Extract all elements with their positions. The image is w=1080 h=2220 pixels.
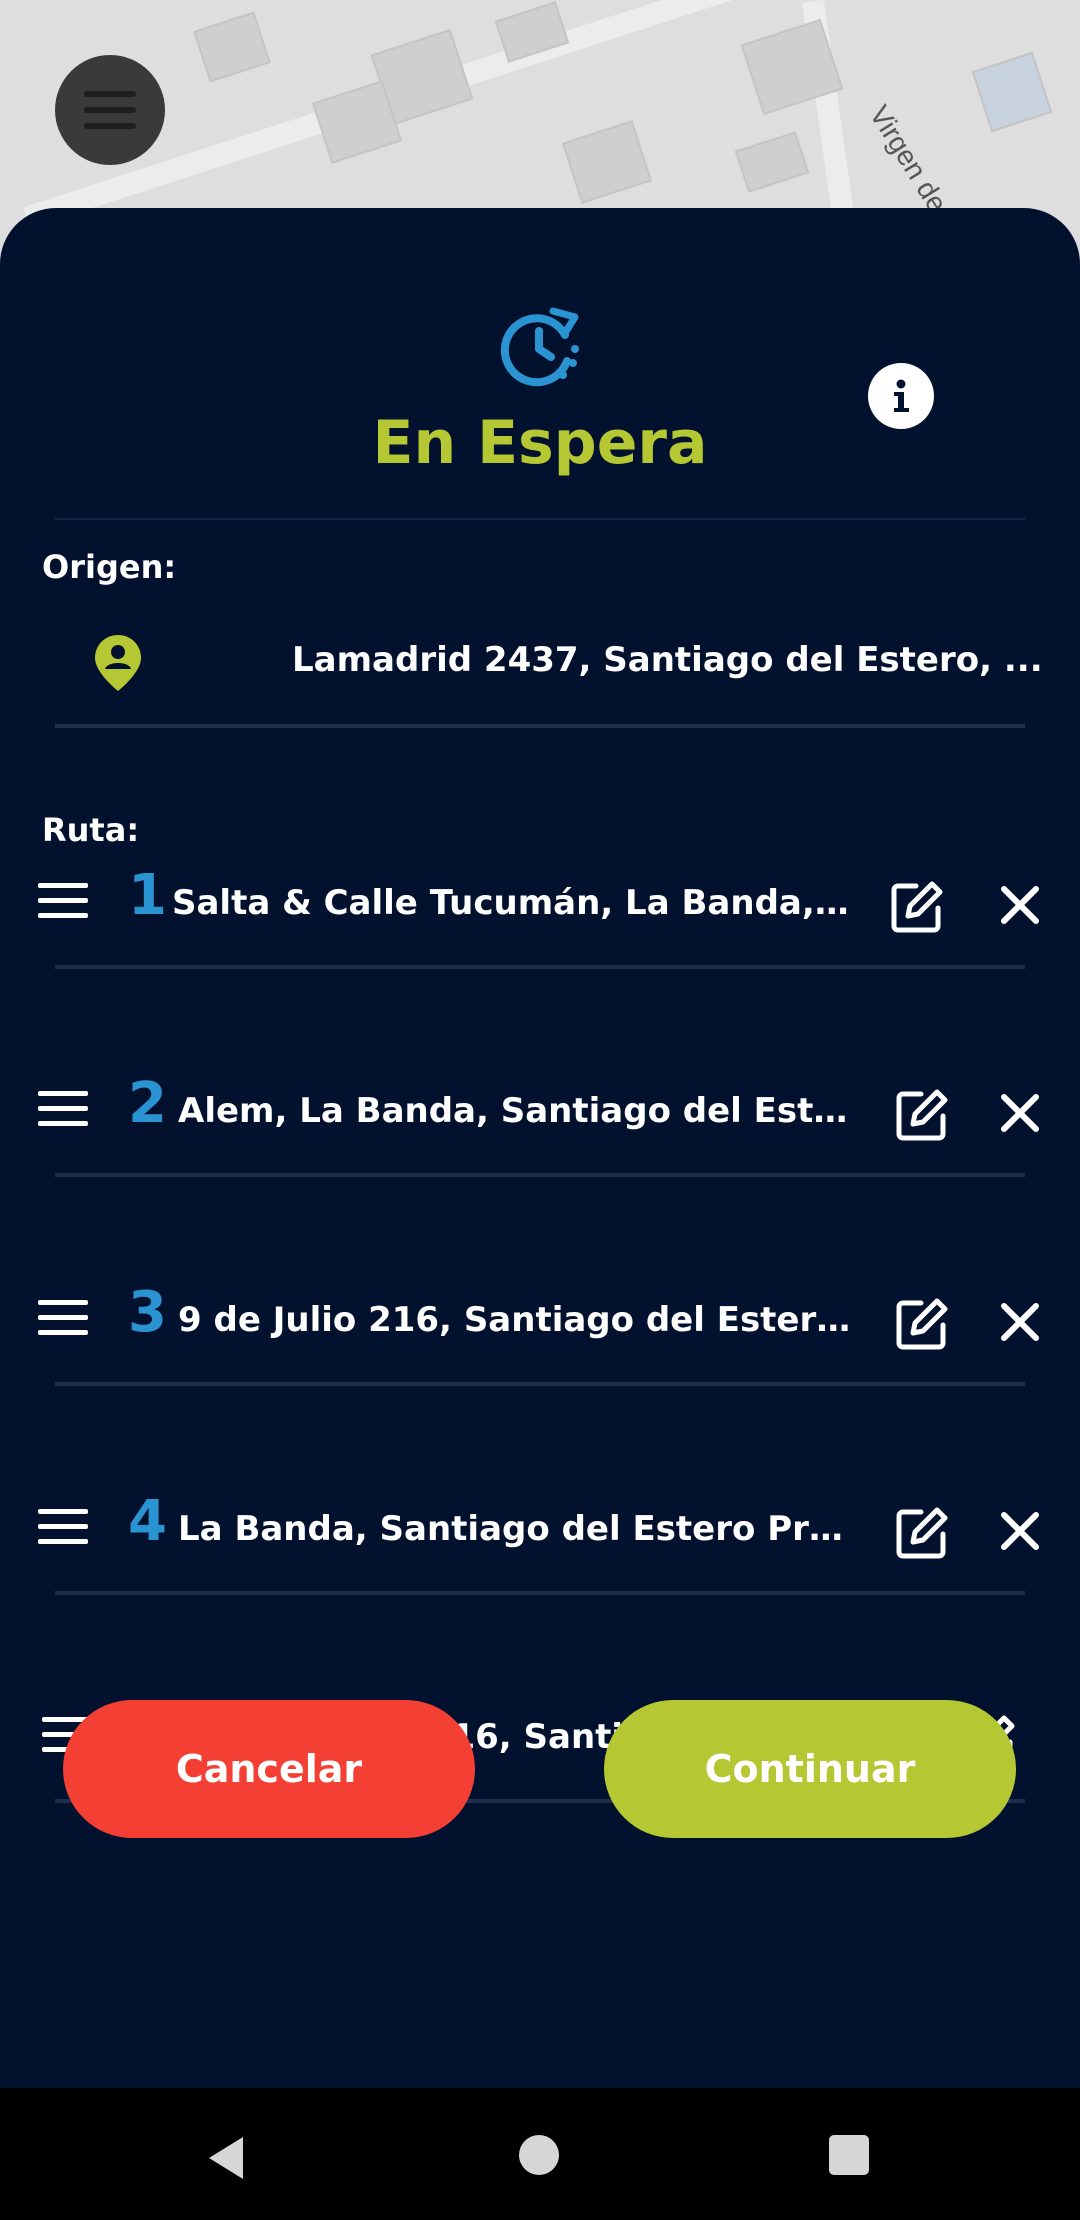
info-button[interactable] (868, 363, 934, 429)
stop-number: 4 (128, 1489, 167, 1554)
home-icon[interactable] (519, 2135, 559, 2175)
stop-number: 3 (128, 1280, 167, 1345)
stop-address[interactable]: Salta & Calle Tucumán, La Banda, ... (172, 883, 852, 923)
system-nav-bar (0, 2088, 1080, 2220)
map-building (193, 11, 271, 83)
close-icon[interactable] (998, 1300, 1042, 1344)
menu-button[interactable] (55, 55, 165, 165)
route-stop[interactable]: 1 Salta & Calle Tucumán, La Banda, ... (0, 843, 1080, 963)
divider (55, 1591, 1025, 1595)
info-icon (894, 379, 909, 412)
divider (55, 965, 1025, 969)
stop-number: 2 (128, 1071, 167, 1136)
close-icon[interactable] (998, 1509, 1042, 1553)
route-stop[interactable]: 3 9 de Julio 216, Santiago del Estero, .… (0, 1260, 1080, 1380)
origin-address[interactable]: Lamadrid 2437, Santiago del Estero, ... (292, 640, 1043, 680)
edit-icon[interactable] (893, 1086, 951, 1144)
divider (55, 1173, 1025, 1177)
drag-handle-icon[interactable] (38, 883, 88, 923)
stop-address[interactable]: Alem, La Banda, Santiago del Estero ... (178, 1091, 858, 1131)
drag-handle-icon[interactable] (38, 1300, 88, 1340)
edit-icon[interactable] (888, 878, 946, 936)
map-street-label: Virgen de (863, 100, 954, 218)
route-stop[interactable]: 2 Alem, La Banda, Santiago del Estero ..… (0, 1051, 1080, 1171)
continue-button[interactable]: Continuar (604, 1700, 1016, 1838)
cancel-button[interactable]: Cancelar (63, 1700, 475, 1838)
edit-icon[interactable] (893, 1504, 951, 1562)
drag-handle-icon[interactable] (38, 1091, 88, 1131)
close-icon[interactable] (998, 883, 1042, 927)
divider (55, 1382, 1025, 1386)
close-icon[interactable] (998, 1091, 1042, 1135)
drag-handle-icon[interactable] (38, 1509, 88, 1549)
edit-icon[interactable] (893, 1295, 951, 1353)
clock-refresh-icon (500, 307, 579, 387)
route-stop[interactable]: 4 La Banda, Santiago del Estero Provinc.… (0, 1469, 1080, 1589)
map-building (971, 51, 1053, 133)
back-icon[interactable] (203, 2133, 247, 2183)
recent-apps-icon[interactable] (829, 2135, 869, 2175)
stop-address[interactable]: 9 de Julio 216, Santiago del Estero, ... (178, 1300, 858, 1340)
map-building (561, 120, 653, 204)
divider (55, 518, 1025, 520)
stop-address[interactable]: La Banda, Santiago del Estero Provinc... (178, 1509, 858, 1549)
origin-label: Origen: (42, 548, 177, 586)
stop-number: 1 (128, 863, 167, 928)
person-pin-icon (95, 635, 141, 691)
hamburger-icon (84, 86, 136, 134)
divider (55, 724, 1025, 728)
map-building (734, 131, 810, 193)
